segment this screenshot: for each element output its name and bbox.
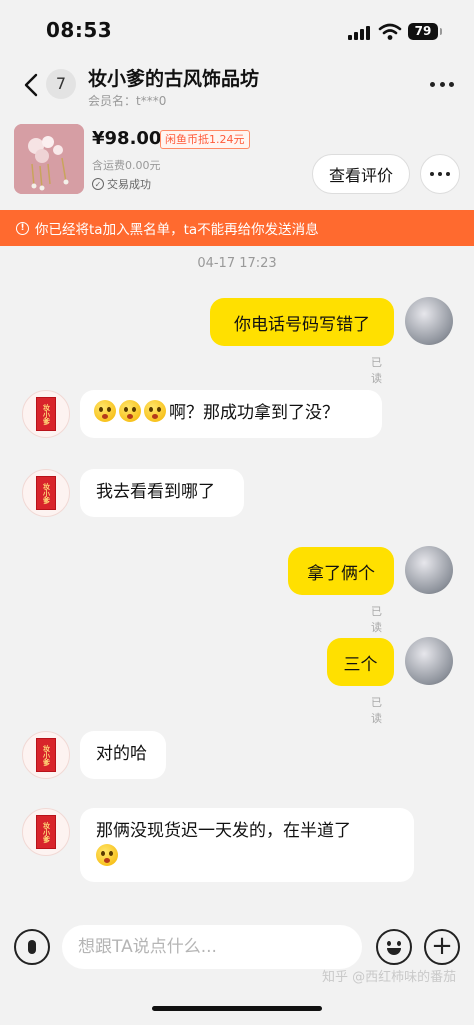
message-bubble-received[interactable]: 那俩没现货迟一天发的，在半道了 bbox=[80, 808, 414, 882]
emoji-icon[interactable] bbox=[376, 929, 412, 965]
message-bubble-received[interactable]: 我去看看到哪了 bbox=[80, 469, 244, 517]
message-bubble-sent[interactable]: 拿了俩个 bbox=[288, 547, 394, 595]
check-icon: ✓ bbox=[92, 178, 104, 190]
watermark: 知乎 @西红柿味的番茄 bbox=[322, 970, 457, 985]
input-bar: + 知乎 @西红柿味的番茄 bbox=[0, 920, 474, 1025]
face-hand-over-mouth-icon bbox=[144, 400, 166, 422]
face-hand-over-mouth-icon bbox=[119, 400, 141, 422]
my-avatar[interactable] bbox=[405, 546, 453, 594]
blacklist-banner-text: 你已经将ta加入黑名单，ta不能再给你发送消息 bbox=[35, 222, 319, 238]
face-hand-over-mouth-icon bbox=[94, 400, 116, 422]
read-status: 已读 bbox=[371, 356, 382, 385]
product-card[interactable]: ¥98.00 闲鱼币抵1.24元 含运费0.00元 ✓ 交易成功 查看评价 bbox=[0, 118, 474, 206]
unread-count-badge[interactable]: 7 bbox=[46, 69, 76, 99]
coin-discount-badge: 闲鱼币抵1.24元 bbox=[160, 130, 250, 149]
message-bubble-sent[interactable]: 你电话号码写错了 bbox=[210, 298, 394, 346]
message-bubble-received[interactable]: 对的哈 bbox=[80, 731, 166, 779]
product-image[interactable] bbox=[14, 124, 84, 194]
product-more-icon[interactable] bbox=[420, 154, 460, 194]
message-bubble-received[interactable]: 啊？那成功拿到了没？ bbox=[80, 390, 382, 438]
message-timestamp: 04-17 17:23 bbox=[197, 256, 277, 271]
mic-icon[interactable] bbox=[14, 929, 50, 965]
deal-status: ✓ 交易成功 bbox=[92, 176, 151, 192]
read-status: 已读 bbox=[371, 605, 382, 634]
read-status: 已读 bbox=[371, 696, 382, 725]
shop-avatar[interactable]: 妆小爹 bbox=[22, 731, 70, 779]
my-avatar[interactable] bbox=[405, 297, 453, 345]
shop-avatar[interactable]: 妆小爹 bbox=[22, 808, 70, 856]
product-price: ¥98.00 bbox=[92, 128, 162, 149]
status-bar: 08:53 79 bbox=[0, 0, 474, 62]
shop-avatar[interactable]: 妆小爹 bbox=[22, 469, 70, 517]
back-icon[interactable] bbox=[18, 70, 44, 100]
warning-icon: ! bbox=[16, 221, 29, 235]
chat-header: 7 妆小爹的古风饰品坊 会员名：t***0 bbox=[0, 62, 474, 114]
more-icon[interactable] bbox=[426, 72, 458, 96]
blacklist-banner: ! 你已经将ta加入黑名单，ta不能再给你发送消息 bbox=[0, 210, 474, 246]
message-input[interactable] bbox=[62, 925, 362, 969]
wifi-icon bbox=[378, 23, 402, 40]
shop-avatar[interactable]: 妆小爹 bbox=[22, 390, 70, 438]
message-bubble-sent[interactable]: 三个 bbox=[327, 638, 394, 686]
view-review-button[interactable]: 查看评价 bbox=[312, 154, 410, 194]
message-text: 啊？那成功拿到了没？ bbox=[169, 403, 339, 423]
persevering-face-icon bbox=[96, 844, 118, 866]
member-name: 会员名：t***0 bbox=[88, 94, 167, 108]
battery-icon: 79 bbox=[408, 23, 442, 40]
deal-status-text: 交易成功 bbox=[107, 178, 151, 191]
home-indicator[interactable] bbox=[152, 1006, 322, 1011]
message-text: 那俩没现货迟一天发的，在半道了 bbox=[96, 821, 351, 841]
shop-name[interactable]: 妆小爹的古风饰品坊 bbox=[88, 64, 259, 91]
my-avatar[interactable] bbox=[405, 637, 453, 685]
signal-icon bbox=[348, 26, 372, 40]
status-time: 08:53 bbox=[46, 18, 113, 42]
shipping-fee: 含运费0.00元 bbox=[92, 159, 161, 172]
plus-icon[interactable]: + bbox=[424, 929, 460, 965]
